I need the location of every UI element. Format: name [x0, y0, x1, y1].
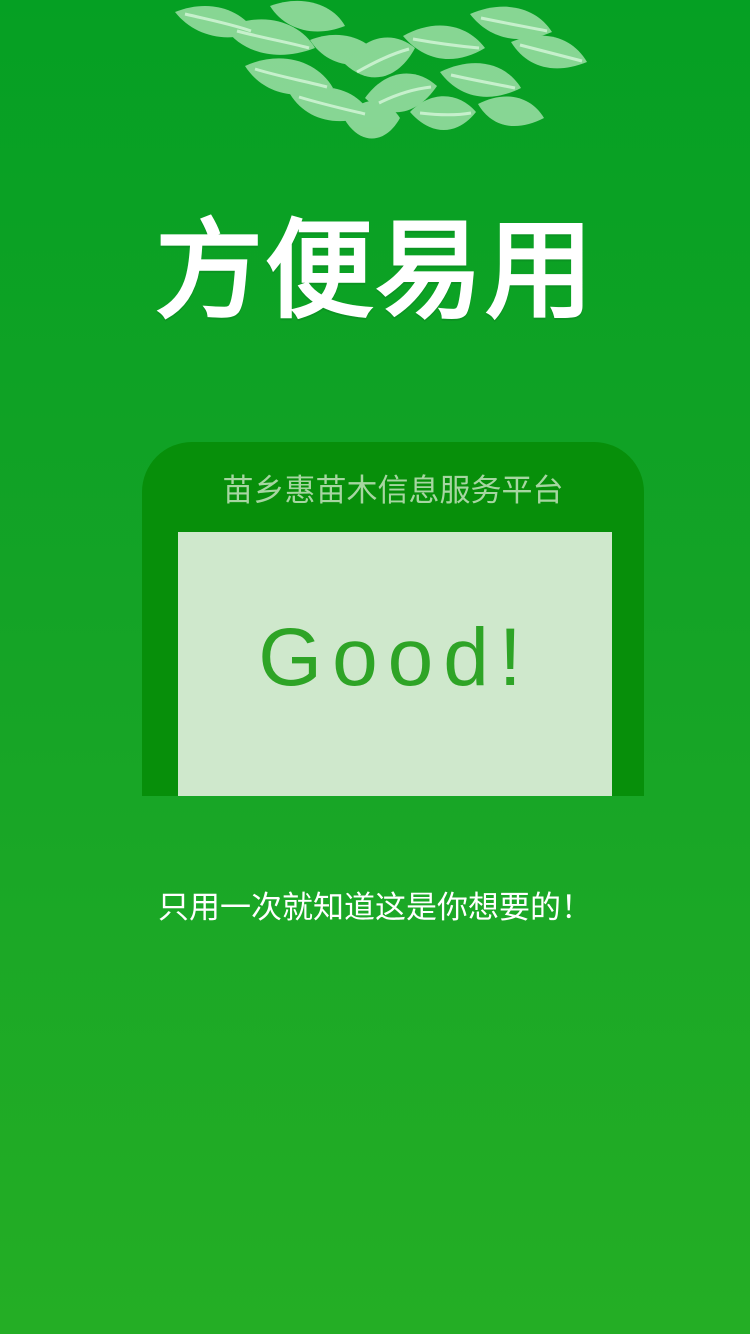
phone-preview-card: 苗乡惠苗木信息服务平台 Good!: [142, 442, 644, 796]
onboarding-screen: 方便易用 苗乡惠苗木信息服务平台 Good! 只用一次就知道这是你想要的！: [0, 0, 750, 1334]
platform-title: 苗乡惠苗木信息服务平台: [222, 473, 564, 509]
phone-screen: Good!: [178, 532, 612, 796]
leaf-cluster-icon: [175, 0, 587, 139]
page-title: 方便易用: [154, 209, 595, 334]
promo-tagline: 只用一次就知道这是你想要的！: [158, 890, 592, 926]
good-message: Good!: [258, 612, 532, 703]
